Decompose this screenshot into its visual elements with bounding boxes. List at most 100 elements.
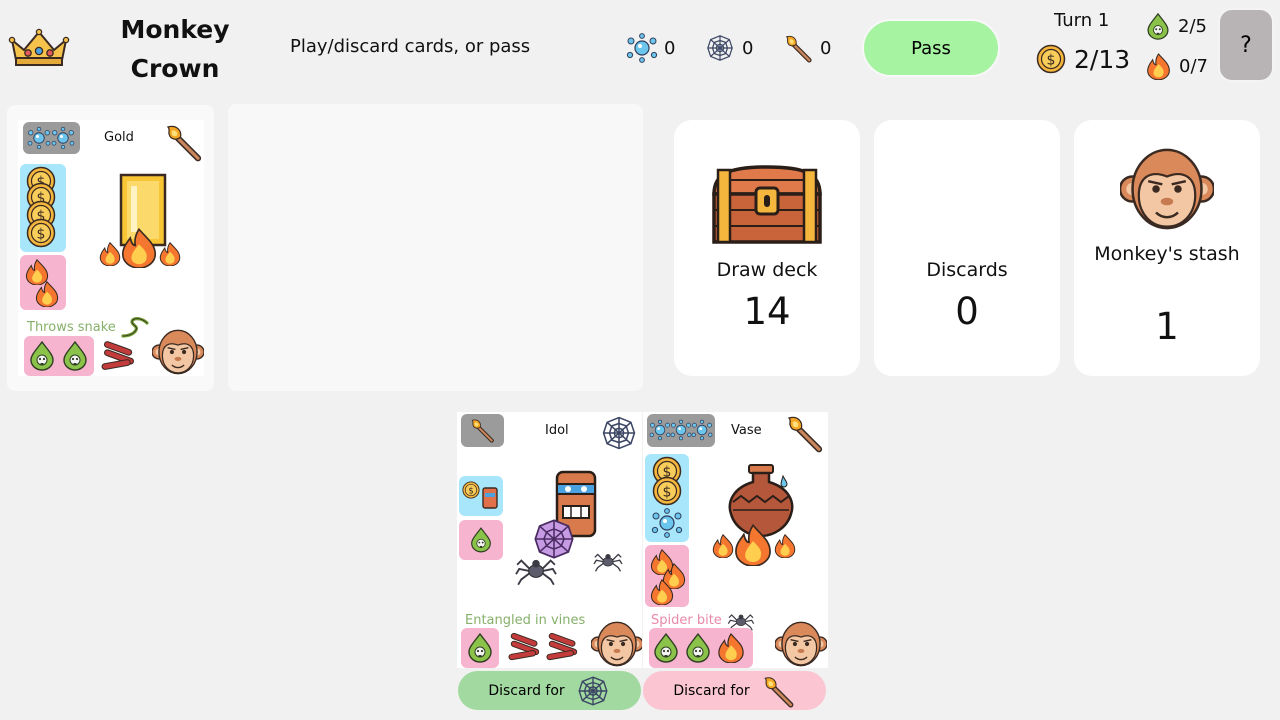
- gold-card[interactable]: Gold Throws snake: [18, 120, 204, 376]
- idol-card[interactable]: Idol Entangled in vines: [457, 412, 642, 668]
- coins-counter: 2/13: [1036, 44, 1130, 74]
- crown-logo-icon: [8, 28, 70, 66]
- monkey-stash-label: Monkey's stash: [1094, 243, 1240, 265]
- card-caption: Entangled in vines: [465, 613, 586, 628]
- fire-icon: [649, 579, 675, 605]
- fire-value: 0/7: [1179, 56, 1208, 77]
- monkey-face-icon: [152, 326, 204, 376]
- water-splash-icon: [651, 508, 683, 538]
- torch-icon: [161, 122, 204, 162]
- coin-icon: [652, 476, 682, 506]
- coin-or-idol-tile: [459, 476, 503, 516]
- poison-tile: [459, 520, 503, 560]
- fire-tile: [645, 545, 689, 607]
- monkey-face-icon: [775, 618, 827, 668]
- fire-icon: [773, 534, 797, 558]
- vase-card[interactable]: Vase Spider bite: [643, 412, 828, 668]
- vines-icon: [100, 340, 138, 372]
- poison-counter: 2/5: [1146, 13, 1207, 40]
- draw-deck-label: Draw deck: [716, 259, 818, 281]
- poison-tile: [24, 336, 94, 376]
- water-splash-icon: [51, 126, 75, 150]
- discard-for-torch-button[interactable]: Discard for: [643, 671, 826, 710]
- fire-tile: [20, 255, 66, 310]
- cost-tile: [23, 122, 80, 154]
- poison-drop-icon: [62, 341, 88, 371]
- web-resource: 0: [704, 33, 753, 63]
- card-caption: Spider bite: [651, 613, 722, 628]
- spider-web-icon: [704, 33, 736, 63]
- torch-resource: 0: [782, 33, 831, 63]
- snake-icon: [120, 316, 150, 340]
- vines-icon: [507, 632, 543, 662]
- torch-icon: [760, 674, 796, 708]
- fire-icon: [717, 633, 745, 663]
- discard-pile[interactable]: Discards 0: [874, 120, 1060, 376]
- discards-count: 0: [955, 290, 979, 333]
- vines-icon: [545, 632, 581, 662]
- coins-value: 2/13: [1074, 44, 1131, 74]
- pass-button[interactable]: Pass: [862, 19, 1000, 77]
- coin-icon: [1036, 44, 1066, 74]
- cost-tile: [461, 414, 504, 447]
- water-resource: 0: [626, 33, 675, 63]
- water-splash-icon: [649, 419, 671, 441]
- poison-drop-icon: [685, 633, 711, 663]
- monkey-face-icon: [1108, 142, 1226, 236]
- poison-drop-icon: [467, 633, 493, 663]
- poison-drop-icon: [470, 527, 492, 553]
- fire-counter: 0/7: [1146, 53, 1208, 80]
- played-cards-panel: Gold Throws snake: [7, 105, 214, 391]
- poison-drop-icon: [653, 633, 679, 663]
- help-button[interactable]: ?: [1218, 8, 1274, 82]
- fire-icon: [158, 242, 182, 266]
- play-area[interactable]: [228, 104, 643, 391]
- card-name: Gold: [104, 130, 134, 145]
- draw-deck[interactable]: Draw deck 14: [674, 120, 860, 376]
- card-name: Vase: [731, 423, 762, 438]
- game-title: Monkey Crown: [120, 15, 230, 83]
- cost-tile: [647, 414, 715, 447]
- turn-indicator: Turn 1: [1054, 10, 1110, 31]
- torch-icon: [469, 417, 495, 443]
- discard-for-web-button[interactable]: Discard for: [458, 671, 641, 710]
- fire-icon: [98, 242, 122, 266]
- coins-tile: [20, 164, 66, 252]
- monkey-face-icon: [591, 618, 642, 668]
- spider-icon: [593, 550, 623, 572]
- fire-icon: [733, 524, 773, 566]
- card-name: Idol: [545, 423, 569, 438]
- poison-drop-icon: [1146, 13, 1170, 40]
- poison-value: 2/5: [1178, 16, 1207, 37]
- treasure-chest-icon: [712, 165, 822, 244]
- torch-icon: [782, 413, 826, 453]
- water-splash-icon: [691, 419, 713, 441]
- idol-icon: [482, 487, 498, 509]
- card-caption: Throws snake: [27, 320, 116, 335]
- coin-icon: [26, 218, 56, 248]
- fire-icon: [34, 281, 60, 307]
- monkey-stash-count: 1: [1155, 305, 1179, 348]
- torch-count: 0: [820, 37, 832, 59]
- torch-icon: [782, 33, 814, 63]
- discard-label: Discard for: [488, 682, 565, 699]
- penalty-tile: [649, 628, 753, 668]
- discard-label: Discard for: [673, 682, 750, 699]
- water-splash-icon: [670, 419, 692, 441]
- fire-icon: [120, 228, 158, 268]
- water-count: 0: [664, 37, 676, 59]
- water-splash-icon: [27, 126, 51, 150]
- coin-icon: [462, 481, 480, 499]
- instruction-text: Play/discard cards, or pass: [290, 36, 531, 57]
- poison-tile: [461, 628, 499, 668]
- spider-icon: [515, 554, 557, 586]
- water-splash-icon: [626, 33, 658, 63]
- spider-web-icon: [599, 414, 639, 452]
- coins-water-tile: [645, 454, 689, 542]
- fire-icon: [1146, 53, 1171, 80]
- draw-deck-count: 14: [743, 290, 791, 333]
- monkey-stash[interactable]: Monkey's stash 1: [1074, 120, 1260, 376]
- fire-icon: [711, 534, 735, 558]
- poison-drop-icon: [29, 341, 55, 371]
- spider-web-icon: [575, 674, 611, 708]
